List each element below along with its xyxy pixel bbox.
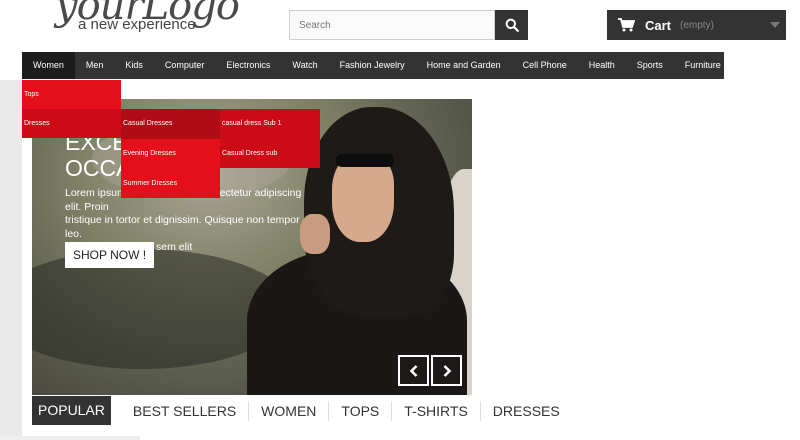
menu-item-dresses[interactable]: Dresses [22,109,121,138]
shop-now-button[interactable]: SHOP NOW ! [65,242,154,268]
search-button[interactable] [495,10,528,40]
nav-item-cell-phone[interactable]: Cell Phone [512,52,578,79]
casual-dresses-submenu: casual dress Sub 1 Casual Dress sub [220,109,320,168]
tab-tops[interactable]: TOPS [329,400,393,421]
cart-label: Cart [645,17,672,33]
menu-item-casual-dress-sub-1[interactable]: casual dress Sub 1 [220,109,320,139]
menu-item-summer-dresses[interactable]: Summer Dresses [121,169,220,199]
nav-item-watch[interactable]: Watch [281,52,328,79]
menu-item-casual-dress-sub[interactable]: Casual Dress sub [220,139,320,169]
nav-item-women[interactable]: Women [22,52,75,79]
cart-button[interactable]: Cart (empty) [607,10,786,40]
nav-item-home-and-garden[interactable]: Home and Garden [416,52,512,79]
search-icon [505,18,519,32]
tab-popular[interactable]: POPULAR [32,396,111,425]
chevron-right-icon [443,364,451,377]
menu-item-evening-dresses[interactable]: Evening Dresses [121,139,220,169]
women-dropdown-menu: Tops Dresses [22,80,121,138]
hero-model-face [332,154,394,242]
site-logo[interactable]: yourLogo a new experience [55,0,255,38]
menu-item-tops[interactable]: Tops [22,80,121,109]
tab-women[interactable]: WOMEN [249,400,330,421]
cart-icon [618,18,635,32]
nav-item-sports[interactable]: Sports [626,52,674,79]
search-input[interactable] [290,11,489,39]
hero-text-line: tristique in tortor et dignissim. Quisqu… [65,214,300,240]
nav-item-computer[interactable]: Computer [154,52,216,79]
hero-model-sunglasses [336,154,394,167]
cart-status: (empty) [680,19,714,31]
chevron-down-icon[interactable] [770,22,780,28]
slider-prev-button[interactable] [398,355,429,386]
dresses-submenu: Casual Dresses Evening Dresses Summer Dr… [121,109,220,198]
nav-item-furniture[interactable]: Furniture [674,52,732,79]
chevron-left-icon [409,364,417,377]
nav-item-fashion-jewelry[interactable]: Fashion Jewelry [329,52,416,79]
tab-best-sellers[interactable]: BEST SELLERS [121,400,250,421]
search-box[interactable] [289,10,495,40]
slider-next-button[interactable] [431,355,462,386]
nav-item-health[interactable]: Health [578,52,626,79]
divider [0,436,140,440]
page-gutter [0,80,22,440]
tab-t-shirts[interactable]: T-SHIRTS [392,400,481,421]
product-tabs: POPULAR BEST SELLERS WOMEN TOPS T-SHIRTS… [32,396,572,425]
tab-dresses[interactable]: DRESSES [481,401,572,421]
menu-item-casual-dresses[interactable]: Casual Dresses [121,109,220,139]
main-nav: Women Men Kids Computer Electronics Watc… [22,52,724,79]
logo-tagline: a new experience [78,16,196,33]
nav-item-electronics[interactable]: Electronics [215,52,281,79]
nav-item-men[interactable]: Men [75,52,115,79]
nav-item-kids[interactable]: Kids [114,52,154,79]
